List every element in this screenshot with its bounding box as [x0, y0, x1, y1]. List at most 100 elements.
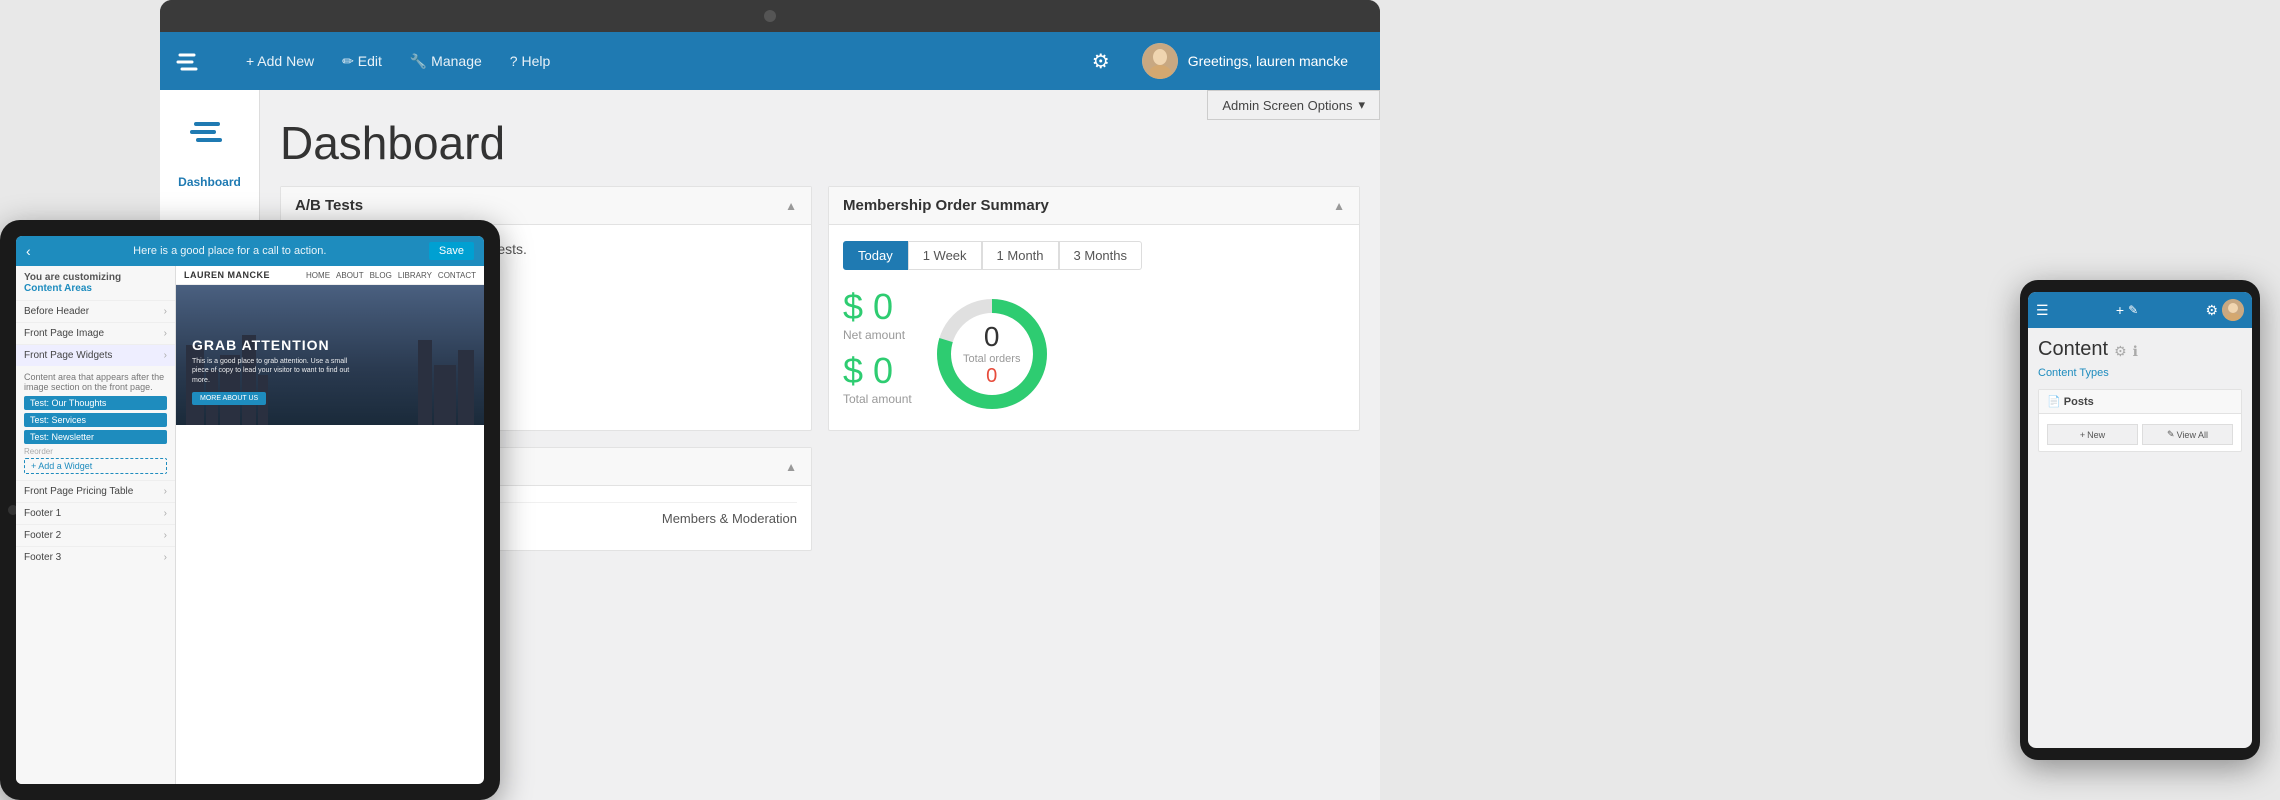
- customizer-item-footer3[interactable]: Footer 3 ›: [16, 546, 175, 568]
- phone-page-icon: 📄: [2047, 396, 2061, 408]
- widget-desc: Content area that appears after the imag…: [24, 372, 167, 392]
- pencil-icon: ✎: [2167, 429, 2175, 440]
- total-amount-value: $ 0: [843, 350, 912, 392]
- customizer-widgets-area: Content area that appears after the imag…: [16, 366, 175, 480]
- phone-widget-header: 📄 Posts: [2039, 390, 2241, 414]
- customizer-item-footer2[interactable]: Footer 2 ›: [16, 524, 175, 546]
- nav-edit[interactable]: ✏ Edit: [328, 32, 396, 90]
- customizer-item-front-page-image[interactable]: Front Page Image ›: [16, 322, 175, 344]
- tab-3months[interactable]: 3 Months: [1059, 241, 1142, 270]
- forums-toggle[interactable]: ▲: [785, 460, 797, 474]
- nav-greeting-text: Greetings, lauren mancke: [1188, 53, 1348, 69]
- customizer-back-icon[interactable]: ‹: [26, 243, 31, 259]
- customizer-header: ‹ Here is a good place for a call to act…: [16, 236, 484, 266]
- phone-widget-title: Posts: [2064, 396, 2094, 408]
- preview-brand: LAUREN MANCKE: [184, 270, 270, 280]
- building-7: [434, 365, 456, 425]
- phone-view-label: View All: [2177, 430, 2208, 440]
- phone-btn-row: + New ✎ View All: [2047, 424, 2233, 445]
- chevron-right-icon: ›: [164, 328, 167, 339]
- total-orders-value: 0: [963, 321, 1020, 353]
- nav-library: LIBRARY: [398, 271, 432, 280]
- nav-logo: [176, 45, 208, 77]
- phone-edit-icon[interactable]: ✎: [2128, 303, 2138, 317]
- chevron-right-icon: ›: [164, 552, 167, 563]
- customizer-item-label: Footer 1: [24, 508, 61, 519]
- tab-1week[interactable]: 1 Week: [908, 241, 982, 270]
- hero-text: GRAB ATTENTION This is a good place to g…: [192, 337, 352, 405]
- membership-widget: Membership Order Summary ▲ Today 1 Week …: [828, 186, 1360, 431]
- widget-chip-2[interactable]: Test: Services: [24, 413, 167, 427]
- customizer-save-button[interactable]: Save: [429, 242, 474, 260]
- membership-toggle[interactable]: ▲: [1333, 199, 1345, 213]
- membership-widget-header: Membership Order Summary ▲: [829, 187, 1359, 225]
- net-amount-row: $ 0 Net amount: [843, 286, 912, 342]
- time-tabs: Today 1 Week 1 Month 3 Months: [843, 241, 1345, 270]
- chevron-right-icon: ›: [164, 508, 167, 519]
- customizer-item-front-page-widgets[interactable]: Front Page Widgets ›: [16, 344, 175, 366]
- customizer-item-footer1[interactable]: Footer 1 ›: [16, 502, 175, 524]
- customizer-item-pricing[interactable]: Front Page Pricing Table ›: [16, 480, 175, 502]
- nav-add-new[interactable]: + Add New: [232, 32, 328, 90]
- phone-avatar: [2222, 299, 2244, 321]
- ab-tests-toggle[interactable]: ▲: [785, 199, 797, 213]
- customizer-panel: You are customizing Content Areas Before…: [16, 266, 176, 784]
- nav-manage[interactable]: 🔧 Manage: [396, 32, 496, 90]
- phone-view-all-button[interactable]: ✎ View All: [2142, 424, 2233, 445]
- phone-add-icon[interactable]: +: [2116, 302, 2124, 318]
- nav-user: Greetings, lauren mancke: [1126, 43, 1364, 79]
- building-6: [458, 350, 474, 425]
- phone-new-button[interactable]: + New: [2047, 424, 2138, 445]
- ab-tests-title: A/B Tests: [295, 197, 363, 214]
- total-amount-label: Total amount: [843, 392, 912, 406]
- browser-camera-dot: [764, 10, 776, 22]
- sidebar-dashboard-label: Dashboard: [178, 175, 241, 189]
- widget-chip-1[interactable]: Test: Our Thoughts: [24, 396, 167, 410]
- sidebar-logo: [188, 110, 232, 159]
- reorder-label: Reorder: [24, 447, 167, 456]
- hero-cta-button[interactable]: MORE ABOUT US: [192, 392, 266, 405]
- nav-help[interactable]: ? Help: [496, 32, 564, 90]
- phone-section-link[interactable]: Content Types: [2038, 367, 2242, 379]
- nav-blog: BLOG: [370, 271, 392, 280]
- total-orders-label: Total orders: [963, 353, 1020, 365]
- customizer-item-label: Footer 3: [24, 552, 61, 563]
- customizer-item-before-header[interactable]: Before Header ›: [16, 300, 175, 322]
- tab-today[interactable]: Today: [843, 241, 908, 270]
- browser-bar: [160, 0, 1380, 32]
- tab-1month[interactable]: 1 Month: [982, 241, 1059, 270]
- phone-info-icon[interactable]: ℹ: [2133, 343, 2138, 360]
- hero-sub: This is a good place to grab attention. …: [192, 357, 352, 386]
- phone-section-title: Content: [2038, 338, 2108, 361]
- customizer-item-label: Footer 2: [24, 530, 61, 541]
- tablet-screen: ‹ Here is a good place for a call to act…: [16, 236, 484, 784]
- phone-top-bar: ☰ + ✎ ⚙: [2028, 292, 2252, 328]
- forum-col2: Members & Moderation: [662, 511, 797, 526]
- avatar: [1142, 43, 1178, 79]
- widget-chip-3[interactable]: Test: Newsletter: [24, 430, 167, 444]
- total-amount-row: $ 0 Total amount: [843, 350, 912, 406]
- phone-gear-icon[interactable]: ⚙: [2205, 302, 2218, 319]
- preview-navbar: LAUREN MANCKE HOME ABOUT BLOG LIBRARY CO…: [176, 266, 484, 285]
- phone-device: ☰ + ✎ ⚙ Content ⚙ ℹ Content Types: [2020, 280, 2260, 760]
- chevron-right-icon: ›: [164, 486, 167, 497]
- phone-menu-icon[interactable]: ☰: [2036, 302, 2049, 319]
- add-widget-button[interactable]: + Add a Widget: [24, 458, 167, 474]
- customizer-panel-subtitle2: Content Areas: [24, 283, 167, 294]
- customizer-panel-subtitle1: You are customizing: [24, 272, 167, 283]
- phone-posts-widget: 📄 Posts + New ✎ View All: [2038, 389, 2242, 452]
- phone-content: Content ⚙ ℹ Content Types 📄 Posts + New: [2028, 328, 2252, 468]
- phone-new-label: New: [2087, 430, 2105, 440]
- gear-icon[interactable]: ⚙: [1076, 49, 1126, 74]
- membership-body: Today 1 Week 1 Month 3 Months $ 0 Net am…: [829, 225, 1359, 430]
- membership-title: Membership Order Summary: [843, 197, 1049, 214]
- customizer-item-label: Front Page Image: [24, 328, 104, 339]
- phone-gear-icon-small[interactable]: ⚙: [2114, 343, 2127, 360]
- page-title: Dashboard: [280, 116, 1360, 170]
- screen-options-button[interactable]: Admin Screen Options ▾: [1207, 90, 1380, 120]
- preview-nav-items: HOME ABOUT BLOG LIBRARY CONTACT: [306, 271, 476, 280]
- donut-center: 0 Total orders 0: [963, 321, 1020, 388]
- nav-about: ABOUT: [336, 271, 364, 280]
- plus-icon: +: [2080, 430, 2085, 440]
- net-amount-value: $ 0: [843, 286, 912, 328]
